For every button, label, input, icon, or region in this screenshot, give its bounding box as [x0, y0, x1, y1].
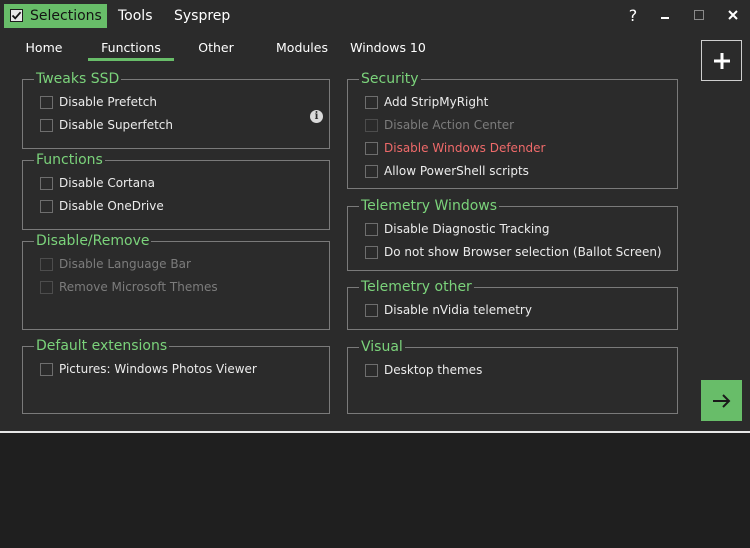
checkbox[interactable] — [40, 362, 53, 376]
checkbox[interactable] — [40, 176, 53, 190]
option-label: Do not show Browser selection (Ballot Sc… — [384, 245, 662, 259]
group-disable-remove: Disable/Remove Disable Language Bar Remo… — [22, 232, 330, 330]
tab-modules[interactable]: Modules — [268, 38, 336, 58]
arrow-right-icon — [712, 393, 730, 408]
checkbox[interactable] — [40, 199, 53, 213]
group-telemetry-other: Telemetry other Disable nVidia telemetry — [347, 278, 678, 330]
group-title: Functions — [34, 151, 105, 169]
option-disable-prefetch[interactable]: Disable Prefetch — [40, 93, 157, 111]
option-remove-microsoft-themes: Remove Microsoft Themes — [40, 278, 218, 296]
option-disable-nvidia-telemetry[interactable]: Disable nVidia telemetry — [365, 301, 532, 319]
menu-tools[interactable]: Tools — [118, 4, 153, 28]
minimize-button[interactable] — [654, 4, 676, 26]
option-label: Desktop themes — [384, 363, 483, 377]
option-pictures-windows-photos-viewer[interactable]: Pictures: Windows Photos Viewer — [40, 360, 257, 378]
option-add-stripmyright[interactable]: Add StripMyRight — [365, 93, 488, 111]
checkbox — [365, 118, 378, 132]
close-button[interactable] — [722, 4, 744, 26]
option-label: Disable Language Bar — [59, 257, 191, 271]
minimize-icon — [661, 17, 669, 19]
option-label: Pictures: Windows Photos Viewer — [59, 362, 257, 376]
checkbox — [40, 280, 53, 294]
option-label: Disable Superfetch — [59, 118, 173, 132]
option-browser-selection[interactable]: Do not show Browser selection (Ballot Sc… — [365, 243, 662, 261]
active-tab-indicator — [88, 58, 174, 61]
group-visual: Visual Desktop themes — [347, 338, 678, 414]
tab-windows-10[interactable]: Windows 10 — [348, 38, 428, 58]
group-title: Default extensions — [34, 337, 170, 355]
option-disable-cortana[interactable]: Disable Cortana — [40, 174, 155, 192]
option-label: Disable Diagnostic Tracking — [384, 222, 550, 236]
option-label: Disable Action Center — [384, 118, 515, 132]
window-bottom-border — [0, 431, 750, 433]
group-functions: Functions Disable Cortana Disable OneDri… — [22, 151, 330, 230]
help-button[interactable]: ? — [622, 4, 644, 26]
checkbox[interactable] — [365, 222, 378, 236]
close-icon — [728, 10, 738, 20]
checkbox — [40, 257, 53, 271]
group-title: Security — [359, 70, 421, 88]
option-label: Add StripMyRight — [384, 95, 489, 109]
checkbox[interactable] — [40, 95, 53, 109]
group-title: Disable/Remove — [34, 232, 152, 250]
group-title: Visual — [359, 338, 405, 356]
option-label: Disable Windows Defender — [384, 141, 546, 155]
info-icon[interactable]: i — [310, 110, 323, 123]
option-label: Disable Cortana — [59, 176, 155, 190]
checkbox[interactable] — [365, 363, 378, 377]
group-security: Security Add StripMyRight Disable Action… — [347, 70, 678, 189]
option-label: Remove Microsoft Themes — [59, 280, 218, 294]
option-disable-diagnostic-tracking[interactable]: Disable Diagnostic Tracking — [365, 220, 549, 238]
add-button[interactable] — [701, 40, 742, 81]
next-button[interactable] — [701, 380, 742, 421]
option-disable-onedrive[interactable]: Disable OneDrive — [40, 197, 164, 215]
tab-home[interactable]: Home — [18, 38, 70, 58]
maximize-icon — [694, 10, 704, 20]
menu-selections-label: Selections — [30, 8, 102, 24]
option-label: Disable OneDrive — [59, 199, 164, 213]
menu-selections[interactable]: Selections — [4, 4, 107, 28]
group-title: Tweaks SSD — [34, 70, 122, 88]
checkbox[interactable] — [365, 245, 378, 259]
checkbox-checked-icon — [10, 9, 23, 22]
option-disable-superfetch[interactable]: Disable Superfetch — [40, 116, 173, 134]
option-disable-action-center: Disable Action Center — [365, 116, 514, 134]
menu-sysprep[interactable]: Sysprep — [174, 4, 230, 28]
checkbox[interactable] — [365, 141, 378, 155]
checkbox[interactable] — [40, 118, 53, 132]
tab-functions[interactable]: Functions — [88, 38, 174, 58]
checkbox[interactable] — [365, 95, 378, 109]
group-telemetry-windows: Telemetry Windows Disable Diagnostic Tra… — [347, 197, 678, 271]
help-icon: ? — [628, 5, 638, 25]
option-allow-powershell-scripts[interactable]: Allow PowerShell scripts — [365, 162, 529, 180]
group-tweaks-ssd: Tweaks SSD Disable Prefetch Disable Supe… — [22, 70, 330, 149]
checkbox[interactable] — [365, 303, 378, 317]
app-window: Selections Tools Sysprep ? Home Function… — [0, 0, 750, 431]
option-disable-windows-defender[interactable]: Disable Windows Defender — [365, 139, 545, 157]
checkbox[interactable] — [365, 164, 378, 178]
option-label: Allow PowerShell scripts — [384, 164, 529, 178]
group-default-extensions: Default extensions Pictures: Windows Pho… — [22, 337, 330, 414]
maximize-button[interactable] — [688, 4, 710, 26]
tab-other[interactable]: Other — [192, 38, 240, 58]
group-title: Telemetry other — [359, 278, 474, 296]
group-title: Telemetry Windows — [359, 197, 500, 215]
option-label: Disable nVidia telemetry — [384, 303, 532, 317]
option-label: Disable Prefetch — [59, 95, 157, 109]
option-desktop-themes[interactable]: Desktop themes — [365, 361, 482, 379]
option-disable-language-bar: Disable Language Bar — [40, 255, 191, 273]
plus-icon — [713, 52, 730, 69]
